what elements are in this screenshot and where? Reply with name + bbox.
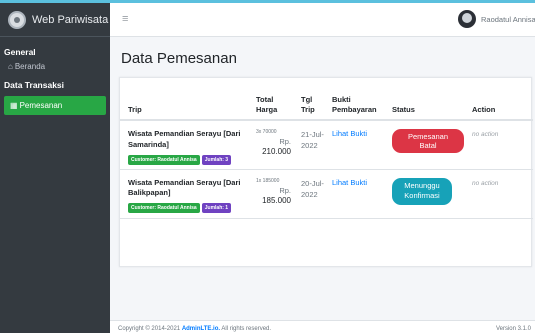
table-icon: ▦ (10, 101, 18, 110)
trip-name-line: Wisata Pemandian Serayu [Dari (128, 177, 241, 187)
footer-version: Version 3.1.0 (495, 326, 531, 332)
status-badge: Menunggu Konfirmasi (392, 177, 452, 206)
home-icon: ⌂ (8, 62, 13, 71)
orders-card: Trip Total Harga Tgl Trip Bukti Pembayar… (119, 77, 533, 267)
header-tgl-trip: Tgl Trip (293, 78, 324, 121)
table-row: Wisata Pemandian Serayu [Dari Balikpapan… (120, 169, 533, 219)
total-price: 185.000 (262, 195, 291, 205)
cell-bukti: Lihat Bukti (324, 169, 384, 219)
footer: Copyright © 2014-2021 AdminLTE.io. All r… (110, 320, 535, 333)
trip-badges: Customer: Raodatul Annisa Jumlah: 3 (128, 154, 248, 165)
view-proof-link[interactable]: Lihat Bukti (332, 129, 367, 138)
user-name[interactable]: Raodatul Annisa (481, 15, 535, 24)
cell-tgl-trip: 21-Jul- 2022 (293, 120, 324, 170)
sidebar-item-label: Beranda (14, 62, 46, 71)
status-line: Konfirmasi (404, 191, 440, 201)
trip-name-line: Samarinda] (128, 139, 169, 149)
quantity-badge: Jumlah: 3 (201, 154, 232, 165)
table-header-row: Trip Total Harga Tgl Trip Bukti Pembayar… (120, 78, 533, 121)
customer-badge: Customer: Raodatul Annisa (128, 154, 200, 165)
cell-tgl-trip: 20-Jul- 2022 (293, 169, 324, 219)
avatar[interactable] (458, 10, 476, 28)
cell-total-harga: 1x 185000 Rp. 185.000 (248, 169, 293, 219)
cell-action: no action (464, 120, 533, 170)
header-status: Status (384, 78, 464, 121)
cell-status: Menunggu Konfirmasi (384, 169, 464, 219)
customer-badge: Customer: Raodatul Annisa (128, 203, 200, 214)
trip-date-line: 21-Jul- (301, 130, 324, 139)
cell-status: Pemesanan Batal (384, 120, 464, 170)
total-price: 210.000 (262, 147, 291, 156)
brand-text: Web Pariwisata (32, 13, 109, 26)
trip-date: 21-Jul- 2022 (301, 129, 324, 152)
brand-logo (8, 10, 26, 29)
table-row: Wisata Pemandian Serayu [Dari Samarinda]… (120, 120, 533, 170)
status-badge: Pemesanan Batal (392, 129, 464, 153)
nav-header-general: General (4, 47, 36, 57)
sidebar-item-label: Pemesanan (19, 101, 63, 110)
sidebar: Web Pariwisata General ⌂ Beranda Data Tr… (0, 3, 110, 333)
trip-name-line: Wisata Pemandian Serayu [Dari (128, 129, 241, 138)
status-line: Menunggu (404, 180, 440, 190)
header-action: Action (464, 78, 533, 121)
cell-trip: Wisata Pemandian Serayu [Dari Balikpapan… (120, 169, 248, 219)
cell-trip: Wisata Pemandian Serayu [Dari Samarinda]… (120, 120, 248, 170)
header-label: Harga (256, 104, 278, 114)
trip-date-line: 2022 (301, 189, 318, 199)
cell-action: no action (464, 169, 533, 219)
top-navbar: ≡ Raodatul Annisa (110, 3, 535, 37)
brand-link[interactable]: Web Pariwisata (0, 3, 110, 37)
hamburger-icon[interactable]: ≡ (122, 13, 128, 25)
currency-label: Rp. (279, 185, 291, 195)
footer-rights: All rights reserved. (221, 326, 272, 332)
price-breakdown: 3x 70000 (256, 129, 277, 135)
trip-date-line: 20-Jul- (301, 178, 324, 188)
cell-bukti: Lihat Bukti (324, 120, 384, 170)
trip-date: 20-Jul- 2022 (301, 178, 324, 201)
trip-badges: Customer: Raodatul Annisa Jumlah: 1 (128, 202, 248, 214)
header-trip: Trip (120, 78, 248, 121)
price-breakdown: 1x 185000 (256, 177, 280, 184)
header-label: Bukti (332, 94, 351, 104)
footer-copyright: Copyright © 2014-2021 (118, 326, 181, 332)
page-title: Data Pemesanan (121, 50, 237, 67)
header-label: Pembayaran (332, 104, 377, 114)
trip-date-line: 2022 (301, 141, 318, 151)
cell-total-harga: 3x 70000 Rp. 210.000 (248, 120, 293, 170)
trip-name-line: Balikpapan] (128, 188, 171, 198)
no-action-text: no action (472, 179, 499, 187)
currency-label: Rp. (279, 137, 291, 146)
quantity-badge: Jumlah: 1 (201, 203, 232, 214)
header-bukti-pembayaran: Bukti Pembayaran (324, 78, 384, 121)
view-proof-link[interactable]: Lihat Bukti (332, 178, 367, 187)
trip-name: Wisata Pemandian Serayu [Dari Balikpapan… (128, 178, 248, 200)
sidebar-item-beranda[interactable]: ⌂ Beranda (0, 57, 110, 71)
header-total-harga: Total Harga (248, 78, 293, 121)
no-action-text: no action (472, 131, 499, 138)
nav-header-data-transaksi: Data Transaksi (4, 80, 65, 90)
trip-name: Wisata Pemandian Serayu [Dari Samarinda] (128, 129, 248, 151)
header-label: Total (256, 94, 274, 104)
orders-table: Trip Total Harga Tgl Trip Bukti Pembayar… (120, 78, 533, 219)
sidebar-item-pemesanan[interactable]: ▦ Pemesanan (4, 96, 106, 115)
footer-brand-link[interactable]: AdminLTE.io. (182, 326, 220, 332)
